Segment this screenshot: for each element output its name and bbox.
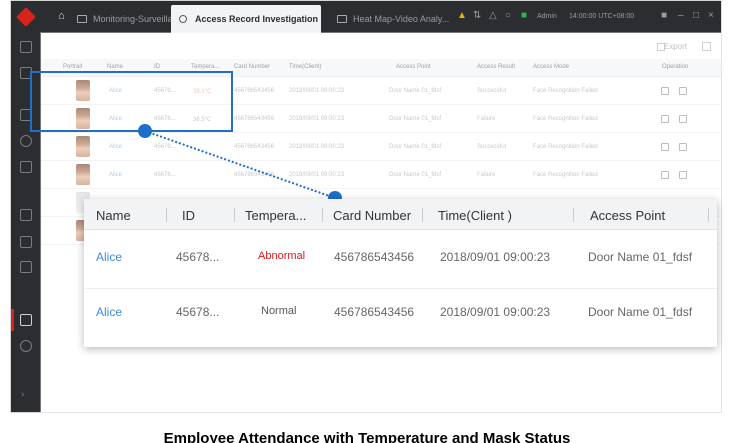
figure-caption: Employee Attendance with Temperature and… bbox=[163, 430, 571, 443]
zoom-row2-id: 45678... bbox=[176, 305, 220, 319]
zoom-row2-time: 2018/09/01 09:00:23 bbox=[440, 305, 551, 319]
column-divider bbox=[573, 208, 574, 222]
column-divider bbox=[708, 208, 709, 222]
zoom-row1-time: 2018/09/01 09:00:23 bbox=[440, 250, 551, 264]
column-divider bbox=[234, 208, 235, 222]
zoom-row1-access-point: Door Name 01_fdsf bbox=[588, 250, 693, 264]
zoom-row1-temperature-status: Abnormal bbox=[258, 250, 306, 262]
zoom-row1-card-number: 456786543456 bbox=[334, 250, 415, 264]
zoom-col-id: ID bbox=[182, 208, 195, 223]
zoom-row2-name[interactable]: Alice bbox=[96, 305, 122, 319]
zoom-col-time: Time(Client ) bbox=[438, 208, 512, 223]
zoom-row2-card-number: 456786543456 bbox=[334, 305, 415, 319]
column-divider bbox=[322, 208, 323, 222]
zoom-header: Name ID Tempera... Card Number Time(Clie… bbox=[84, 199, 717, 230]
zoom-col-card-number: Card Number bbox=[333, 208, 412, 223]
column-divider bbox=[422, 208, 423, 222]
zoom-row1-name[interactable]: Alice bbox=[96, 250, 122, 264]
zoom-col-name: Name bbox=[96, 208, 131, 223]
zoom-panel: Name ID Tempera... Card Number Time(Clie… bbox=[84, 199, 717, 347]
row-divider bbox=[84, 288, 717, 289]
zoom-row2-temperature-status: Normal bbox=[261, 305, 297, 317]
zoom-col-temperature: Tempera... bbox=[245, 208, 307, 223]
zoom-col-access-point: Access Point bbox=[590, 208, 666, 223]
connector-start-dot bbox=[138, 124, 152, 138]
zoom-row1-id: 45678... bbox=[176, 250, 220, 264]
zoom-row2-access-point: Door Name 01_fdsf bbox=[588, 305, 693, 319]
column-divider bbox=[166, 208, 167, 222]
